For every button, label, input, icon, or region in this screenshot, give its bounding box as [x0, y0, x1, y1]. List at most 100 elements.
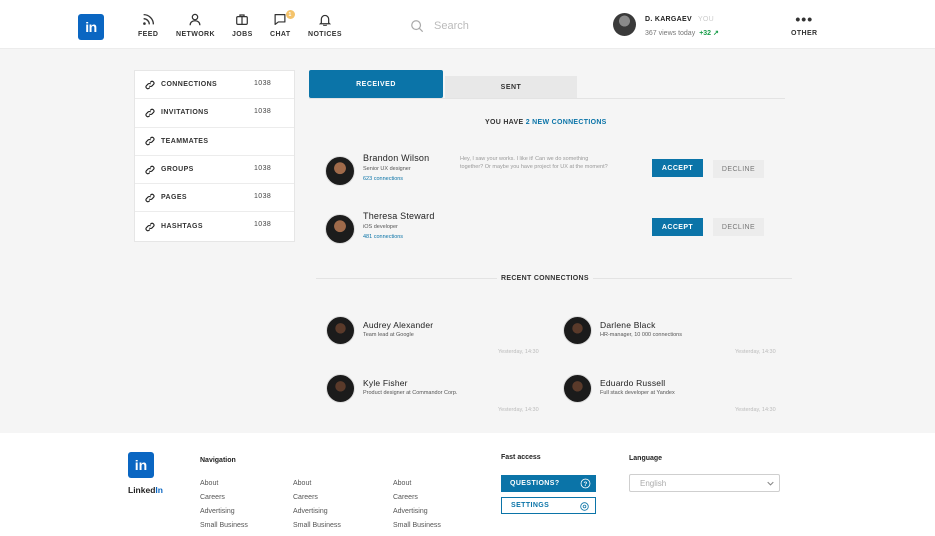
recent-role: HR-manager, 10 000 connections: [600, 332, 682, 338]
sidebar-item-count: 1038: [254, 221, 272, 229]
link-icon: [145, 165, 157, 175]
recent-name[interactable]: Darlene Black: [600, 320, 656, 330]
recent-role: Product designer at Commandor Corp.: [363, 390, 458, 396]
footer-link[interactable]: Advertising: [293, 505, 341, 519]
user-avatar[interactable]: [613, 13, 636, 36]
nav-jobs-label: JOBS: [232, 31, 253, 38]
tab-received[interactable]: RECEIVED: [309, 70, 443, 98]
briefcase-icon: [236, 14, 249, 25]
sidebar-item-label: CONNECTIONS: [161, 81, 218, 89]
footer-link[interactable]: Small Business: [200, 519, 248, 533]
other-menu[interactable]: ••• OTHER: [791, 12, 818, 37]
footer-link[interactable]: Careers: [200, 491, 248, 505]
gear-icon: [580, 502, 589, 511]
search-icon: [411, 20, 424, 33]
recent-time: Yesterday, 14:30: [735, 349, 776, 355]
sidebar-item-label: GROUPS: [161, 166, 194, 174]
other-label: OTHER: [791, 30, 818, 37]
footer-link[interactable]: Small Business: [293, 519, 341, 533]
nav-jobs[interactable]: JOBS: [232, 13, 253, 38]
sidebar-item-hashtags[interactable]: HASHTAGS 1038: [135, 212, 294, 240]
recent-time: Yesterday, 14:30: [498, 349, 539, 355]
avatar[interactable]: [563, 316, 592, 345]
settings-button[interactable]: SETTINGS: [501, 497, 596, 514]
link-icon: [145, 136, 157, 146]
sidebar-item-teammates[interactable]: TEAMMATES: [135, 128, 294, 156]
sidebar-item-connections[interactable]: CONNECTIONS 1038: [135, 71, 294, 100]
recent-time: Yesterday, 14:30: [735, 407, 776, 413]
avatar[interactable]: [325, 214, 355, 244]
questions-button[interactable]: QUESTIONS? ?: [501, 475, 596, 492]
brand-in: In: [155, 485, 163, 495]
sidebar-item-label: PAGES: [161, 194, 187, 202]
rss-icon: [142, 13, 154, 25]
sidebar-item-count: 1038: [254, 108, 272, 116]
footer-link[interactable]: Advertising: [393, 505, 441, 519]
nav-network-label: NETWORK: [176, 31, 215, 38]
user-you-tag: YOU: [697, 16, 715, 23]
request-name[interactable]: Theresa Steward: [363, 211, 435, 221]
settings-label: SETTINGS: [511, 502, 550, 509]
chevron-down-icon: [767, 481, 774, 486]
notice-prefix: YOU HAVE: [485, 119, 524, 126]
avatar[interactable]: [326, 316, 355, 345]
footer-link[interactable]: Advertising: [200, 505, 248, 519]
footer-link[interactable]: About: [293, 477, 341, 491]
footer-link[interactable]: Careers: [293, 491, 341, 505]
views-delta: +32 ↗: [699, 30, 719, 37]
top-header: in FEED NETWORK JOBS 1 CHAT NOTICES Sear…: [0, 0, 935, 49]
recent-name[interactable]: Eduardo Russell: [600, 378, 665, 388]
search-bar[interactable]: Search: [410, 19, 469, 33]
footer-link[interactable]: Small Business: [393, 519, 441, 533]
user-name-text: D. KARGAEV: [645, 16, 692, 23]
questions-label: QUESTIONS?: [510, 480, 560, 487]
nav-feed[interactable]: FEED: [138, 13, 158, 38]
recent-name[interactable]: Kyle Fisher: [363, 378, 408, 388]
question-circle-icon: ?: [580, 478, 591, 489]
user-views: 367 views today +32 ↗: [645, 29, 719, 37]
views-text: 367 views today: [645, 30, 696, 37]
recent-name[interactable]: Audrey Alexander: [363, 320, 433, 330]
sidebar-item-label: HASHTAGS: [161, 223, 203, 231]
decline-button[interactable]: DECLINE: [713, 160, 764, 178]
navigation-title: Navigation: [200, 457, 236, 464]
new-connections-notice: YOU HAVE 2 NEW CONNECTIONS: [485, 119, 607, 126]
accept-button[interactable]: ACCEPT: [652, 159, 703, 177]
chat-badge: 1: [285, 10, 295, 19]
request-role: Senior UX designer: [363, 166, 411, 172]
decline-button[interactable]: DECLINE: [713, 218, 764, 236]
accept-button[interactable]: ACCEPT: [652, 218, 703, 236]
footer-column-1: About Careers Advertising Small Business: [200, 477, 248, 533]
footer-link[interactable]: Careers: [393, 491, 441, 505]
sidebar-item-groups[interactable]: GROUPS 1038: [135, 156, 294, 185]
link-icon: [145, 108, 157, 118]
search-input[interactable]: Search: [434, 20, 469, 32]
avatar[interactable]: [325, 156, 355, 186]
avatar[interactable]: [326, 374, 355, 403]
user-icon: [190, 13, 201, 26]
request-connections[interactable]: 481 connections: [363, 234, 403, 240]
sidebar-item-invitations[interactable]: INVITATIONS 1038: [135, 99, 294, 128]
linkedin-logo[interactable]: in: [78, 14, 104, 40]
link-icon: [145, 193, 157, 203]
tab-sent[interactable]: SENT: [445, 76, 577, 98]
request-connections[interactable]: 623 connections: [363, 176, 403, 182]
bell-icon: [318, 14, 332, 26]
request-name[interactable]: Brandon Wilson: [363, 153, 429, 163]
avatar[interactable]: [563, 374, 592, 403]
linkedin-logo[interactable]: in: [128, 452, 154, 478]
svg-text:?: ?: [583, 481, 587, 488]
sidebar-item-label: TEAMMATES: [161, 137, 209, 145]
nav-notices[interactable]: NOTICES: [308, 13, 342, 38]
user-name[interactable]: D. KARGAEV YOU: [645, 16, 714, 23]
language-select[interactable]: English: [629, 474, 780, 492]
footer-link[interactable]: About: [200, 477, 248, 491]
recent-title: RECENT CONNECTIONS: [497, 275, 593, 282]
nav-network[interactable]: NETWORK: [176, 13, 215, 38]
nav-chat[interactable]: 1 CHAT: [270, 10, 295, 38]
sidebar-item-count: 1038: [254, 80, 272, 87]
footer-link[interactable]: About: [393, 477, 441, 491]
sidebar-item-pages[interactable]: PAGES 1038: [135, 184, 294, 213]
nav-feed-label: FEED: [138, 31, 159, 38]
sidebar-item-count: 1038: [254, 164, 272, 172]
